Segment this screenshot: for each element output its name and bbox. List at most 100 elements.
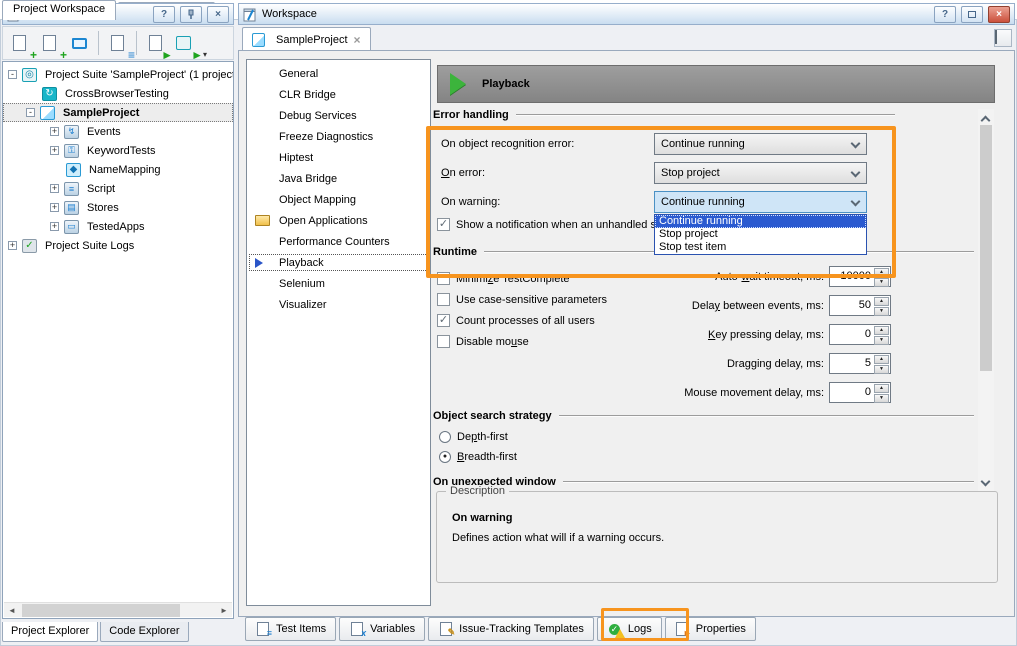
spin-down-icon[interactable]: ▼ bbox=[874, 336, 889, 345]
organize-test-items-button[interactable]: ≡ bbox=[104, 30, 131, 57]
checkbox-box[interactable] bbox=[437, 272, 450, 285]
page-item-clr-bridge[interactable]: CLR Bridge bbox=[247, 84, 430, 105]
spin-up-icon[interactable]: ▲ bbox=[874, 355, 889, 364]
tab-code-explorer[interactable]: Code Explorer bbox=[100, 622, 188, 642]
page-item-object-mapping[interactable]: Object Mapping bbox=[247, 189, 430, 210]
expand-icon[interactable]: + bbox=[50, 184, 59, 193]
spinner-key-pressing-delay[interactable]: 0 ▲▼ bbox=[829, 324, 891, 345]
spin-down-icon[interactable]: ▼ bbox=[874, 278, 889, 287]
scrollbar-thumb[interactable] bbox=[980, 125, 992, 371]
toolbar-dropdown-icon[interactable]: ▾ bbox=[203, 50, 207, 59]
expand-icon[interactable]: + bbox=[50, 127, 59, 136]
tab-logs[interactable]: ✓ Logs bbox=[597, 617, 662, 641]
help-button[interactable]: ? bbox=[153, 6, 175, 23]
spinner-mouse-movement-delay[interactable]: 0 ▲▼ bbox=[829, 382, 891, 403]
checkbox-box[interactable] bbox=[437, 335, 450, 348]
scroll-up-icon[interactable] bbox=[981, 116, 991, 126]
checkbox-box[interactable] bbox=[437, 293, 450, 306]
tab-issue-tracking-templates[interactable]: ✎ Issue-Tracking Templates bbox=[428, 617, 594, 641]
checkbox-count-processes-of-all-users[interactable]: ✓ Count processes of all users bbox=[437, 314, 595, 327]
scroll-right-icon[interactable]: ► bbox=[216, 606, 232, 615]
expand-icon[interactable]: + bbox=[8, 241, 17, 250]
spinner-auto-wait-timeout[interactable]: 10000 ▲▼ bbox=[829, 266, 891, 287]
radio-depth-first[interactable]: Depth-first bbox=[439, 431, 508, 443]
scroll-left-icon[interactable]: ◄ bbox=[4, 606, 20, 615]
dropdown-option-stop-project[interactable]: Stop project bbox=[655, 228, 866, 241]
tree-row-script[interactable]: + ≡ Script bbox=[3, 179, 233, 198]
tab-test-items[interactable]: ≡ Test Items bbox=[245, 617, 336, 641]
content-vertical-scrollbar[interactable] bbox=[978, 109, 994, 491]
crossbrowser-icon: ↻ bbox=[42, 87, 57, 101]
run-project-button[interactable]: ► bbox=[142, 30, 169, 57]
new-project-suite-button[interactable]: + bbox=[6, 30, 33, 57]
spin-up-icon[interactable]: ▲ bbox=[874, 326, 889, 335]
scrollbar-thumb[interactable] bbox=[22, 604, 180, 617]
tree-row-events[interactable]: + ↯ Events bbox=[3, 122, 233, 141]
run-project-suite-button[interactable]: ► bbox=[172, 30, 199, 57]
spin-down-icon[interactable]: ▼ bbox=[874, 394, 889, 403]
restore-button[interactable] bbox=[961, 6, 983, 23]
tree-row-keywordtests[interactable]: + ⚿ KeywordTests bbox=[3, 141, 233, 160]
spin-down-icon[interactable]: ▼ bbox=[874, 307, 889, 316]
tree-row-crossbrowsertesting[interactable]: ↻ CrossBrowserTesting bbox=[3, 84, 233, 103]
expand-icon[interactable]: + bbox=[50, 146, 59, 155]
bars-icon: ≡ bbox=[128, 49, 135, 61]
page-item-java-bridge[interactable]: Java Bridge bbox=[247, 168, 430, 189]
checkbox-box[interactable]: ✓ bbox=[437, 218, 450, 231]
page-item-hiptest[interactable]: Hiptest bbox=[247, 147, 430, 168]
tree-horizontal-scrollbar[interactable]: ◄ ► bbox=[4, 602, 232, 617]
tab-project-explorer[interactable]: Project Explorer bbox=[2, 622, 98, 642]
tree-row-project-suite-logs[interactable]: + ✓ Project Suite Logs bbox=[3, 236, 233, 255]
new-project-button[interactable]: + bbox=[36, 30, 63, 57]
script-folder-icon: ≡ bbox=[64, 182, 79, 196]
page-item-general[interactable]: General bbox=[247, 63, 430, 84]
radio-breadth-first[interactable]: ● Breadth-first bbox=[439, 451, 517, 463]
dropdown-option-stop-test-item[interactable]: Stop test item bbox=[655, 241, 866, 254]
tree-row-testedapps[interactable]: + ▭ TestedApps bbox=[3, 217, 233, 236]
close-panel-button[interactable]: × bbox=[207, 6, 229, 23]
radio-circle[interactable] bbox=[439, 431, 451, 443]
spin-up-icon[interactable]: ▲ bbox=[874, 384, 889, 393]
tab-properties[interactable]: ► Properties bbox=[665, 617, 756, 641]
close-tab-icon[interactable]: × bbox=[354, 33, 361, 47]
collapse-icon[interactable]: - bbox=[26, 108, 35, 117]
combo-on-error[interactable]: Stop project bbox=[654, 162, 867, 184]
page-item-debug-services[interactable]: Debug Services bbox=[247, 105, 430, 126]
spin-up-icon[interactable]: ▲ bbox=[874, 297, 889, 306]
tab-variables[interactable]: x Variables bbox=[339, 617, 425, 641]
combo-on-object-recognition-error[interactable]: Continue running bbox=[654, 133, 867, 155]
tree-row-namemapping[interactable]: ◆ NameMapping bbox=[3, 160, 233, 179]
spinner-dragging-delay[interactable]: 5 ▲▼ bbox=[829, 353, 891, 374]
tab-sampleproject[interactable]: SampleProject × bbox=[242, 27, 371, 51]
spinner-delay-between-events[interactable]: 50 ▲▼ bbox=[829, 295, 891, 316]
page-item-open-applications[interactable]: Open Applications bbox=[247, 210, 430, 231]
page-item-freeze-diagnostics[interactable]: Freeze Diagnostics bbox=[247, 126, 430, 147]
page-item-visualizer[interactable]: Visualizer bbox=[247, 294, 430, 315]
description-text: Defines action what will if a warning oc… bbox=[452, 532, 664, 544]
tree-row-project-suite[interactable]: - ◎ Project Suite 'SampleProject' (1 pro… bbox=[3, 65, 233, 84]
pin-button[interactable] bbox=[180, 6, 202, 23]
checkbox-disable-mouse[interactable]: Disable mouse bbox=[437, 335, 529, 348]
collapse-icon[interactable]: - bbox=[8, 70, 17, 79]
checkbox-box[interactable]: ✓ bbox=[437, 314, 450, 327]
radio-circle[interactable]: ● bbox=[439, 451, 451, 463]
tree-row-stores[interactable]: + ▤ Stores bbox=[3, 198, 233, 217]
help-button[interactable]: ? bbox=[934, 6, 956, 23]
page-item-selenium[interactable]: Selenium bbox=[247, 273, 430, 294]
spin-down-icon[interactable]: ▼ bbox=[874, 365, 889, 374]
combo-on-warning[interactable]: Continue running bbox=[654, 191, 867, 213]
expand-icon[interactable]: + bbox=[50, 222, 59, 231]
tree-row-sampleproject[interactable]: - SampleProject bbox=[3, 103, 233, 122]
spin-up-icon[interactable]: ▲ bbox=[874, 268, 889, 277]
checkbox-minimize-testcomplete[interactable]: Minimize TestComplete bbox=[437, 272, 570, 285]
expand-icon[interactable]: + bbox=[50, 203, 59, 212]
page-item-performance-counters[interactable]: Performance Counters bbox=[247, 231, 430, 252]
page-item-playback[interactable]: Playback bbox=[247, 252, 430, 273]
open-project-button[interactable] bbox=[66, 30, 93, 57]
dropdown-option-continue-running[interactable]: Continue running bbox=[655, 215, 866, 228]
scroll-down-icon[interactable] bbox=[981, 477, 991, 487]
tab-project-workspace[interactable]: Project Workspace bbox=[2, 0, 116, 20]
checkbox-use-case-sensitive-parameters[interactable]: Use case-sensitive parameters bbox=[437, 293, 607, 306]
tab-list-dropdown-button[interactable] bbox=[994, 29, 1012, 47]
close-workspace-button[interactable]: × bbox=[988, 6, 1010, 23]
